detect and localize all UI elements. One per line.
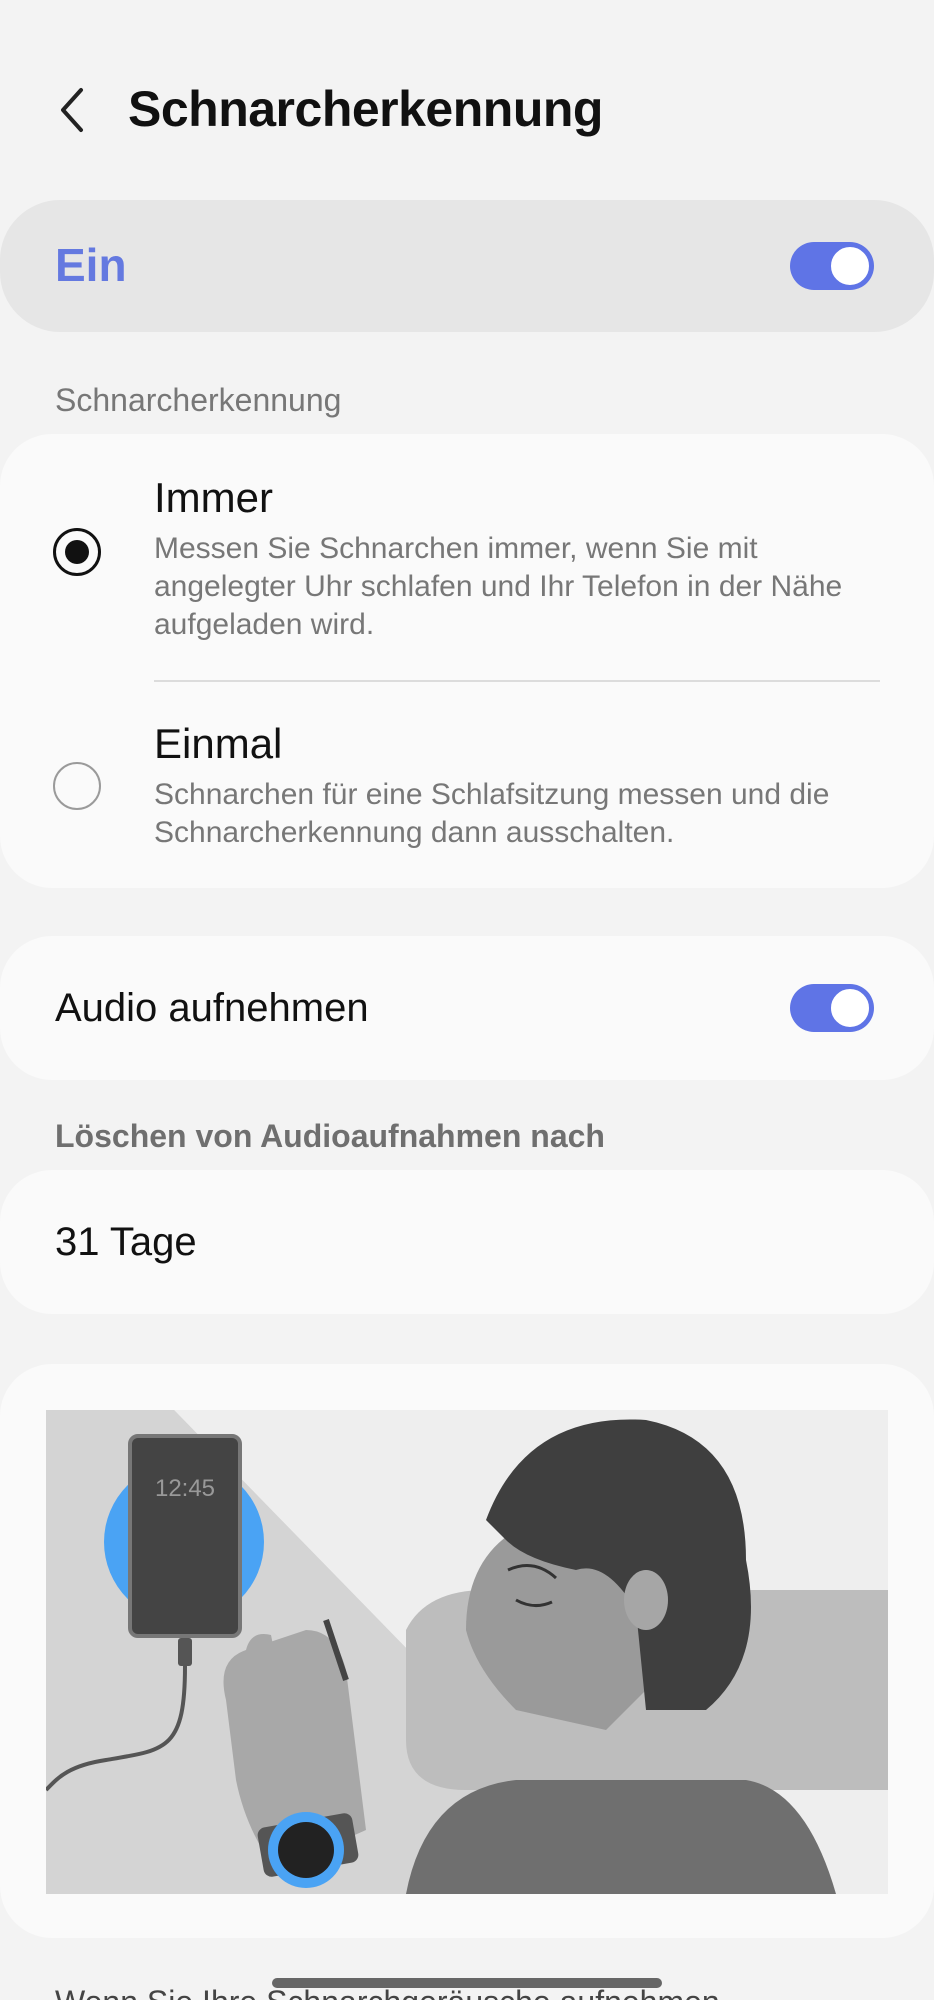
chevron-left-icon <box>61 88 83 132</box>
delete-after-row[interactable]: 31 Tage <box>0 1170 934 1314</box>
radio-einmal[interactable] <box>53 762 101 810</box>
audio-toggle[interactable] <box>790 984 874 1032</box>
audio-record-row[interactable]: Audio aufnehmen <box>0 936 934 1080</box>
app-bar: Schnarcherkennung <box>0 60 934 160</box>
delete-after-value: 31 Tage <box>55 1220 197 1264</box>
page-title: Schnarcherkennung <box>128 81 603 137</box>
master-switch-label: Ein <box>55 239 127 291</box>
section-header-delete: Löschen von Audioaufnahmen nach <box>55 1118 605 1154</box>
detection-options-card: Immer Messen Sie Schnarchen immer, wenn … <box>0 434 934 888</box>
master-toggle[interactable] <box>790 242 874 290</box>
home-indicator[interactable] <box>272 1978 662 1988</box>
option-title-immer: Immer <box>154 474 273 521</box>
section-header-detection: Schnarcherkennung <box>55 382 342 418</box>
option-einmal[interactable]: Einmal Schnarchen für eine Schlafsitzung… <box>0 684 934 888</box>
sleeping-person-illustration: 12:45 <box>46 1410 888 1894</box>
option-immer[interactable]: Immer Messen Sie Schnarchen immer, wenn … <box>0 434 934 674</box>
back-button[interactable] <box>48 86 96 134</box>
master-switch-bar[interactable]: Ein <box>0 200 934 332</box>
option-desc-immer: Messen Sie Schnarchen immer, wenn Sie mi… <box>154 532 843 641</box>
option-title-einmal: Einmal <box>154 720 283 767</box>
audio-record-label: Audio aufnehmen <box>55 986 369 1030</box>
radio-immer[interactable] <box>53 528 101 576</box>
phone-clock-text: 12:45 <box>155 1475 215 1502</box>
illustration-svg: 12:45 <box>46 1410 888 1894</box>
option-divider <box>154 680 880 682</box>
toggle-knob <box>829 245 871 287</box>
toggle-knob <box>829 987 871 1029</box>
option-desc-einmal: Schnarchen für eine Schlafsitzung messen… <box>154 778 830 849</box>
